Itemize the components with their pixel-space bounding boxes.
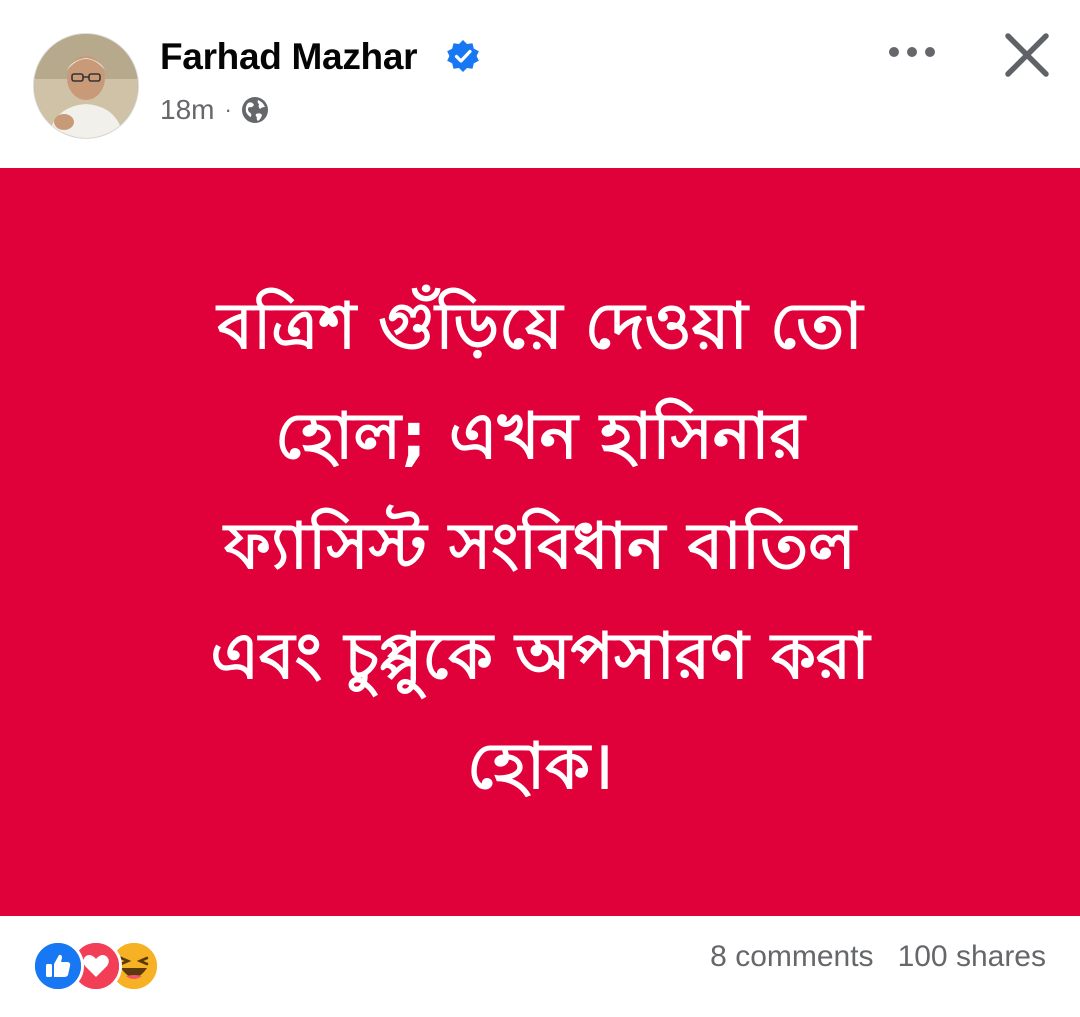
post-footer: 8 comments 100 shares: [0, 916, 1080, 1017]
post-meta: 18m ·: [160, 92, 270, 128]
shares-count[interactable]: 100 shares: [898, 940, 1046, 974]
post-text-line: ফ্যাসিস্ট সংবিধান বাতিল: [224, 510, 856, 584]
post-text-line: বত্রিশ গুঁড়িয়ে দেওয়া তো: [217, 290, 863, 364]
more-options-icon[interactable]: [880, 34, 944, 70]
post-text-line: হোক।: [467, 730, 613, 804]
like-reaction-icon: [32, 940, 84, 992]
engagement-stats: 8 comments 100 shares: [710, 940, 1046, 974]
comments-count[interactable]: 8 comments: [710, 940, 873, 974]
post-text: বত্রিশ গুঁড়িয়ে দেওয়া তো হোল; এখন হাসি…: [90, 272, 990, 822]
meta-separator: ·: [224, 97, 232, 122]
facebook-post: Farhad Mazhar 18m · বত্রিশ গুঁড়িয়ে দেও…: [0, 0, 1080, 1017]
post-header: Farhad Mazhar 18m ·: [0, 0, 1080, 168]
reaction-summary[interactable]: [32, 940, 162, 992]
post-text-line: এবং চুপ্পুকে অপসারণ করা: [210, 620, 870, 694]
author-name[interactable]: Farhad Mazhar: [160, 36, 418, 78]
post-text-card[interactable]: বত্রিশ গুঁড়িয়ে দেওয়া তো হোল; এখন হাসি…: [0, 168, 1080, 916]
post-text-line: হোল; এখন হাসিনার: [275, 400, 805, 474]
globe-icon[interactable]: [240, 95, 270, 125]
post-timestamp[interactable]: 18m: [160, 94, 214, 126]
close-icon[interactable]: [1000, 28, 1054, 82]
author-avatar[interactable]: [33, 33, 139, 139]
verified-badge-icon: [447, 40, 479, 72]
